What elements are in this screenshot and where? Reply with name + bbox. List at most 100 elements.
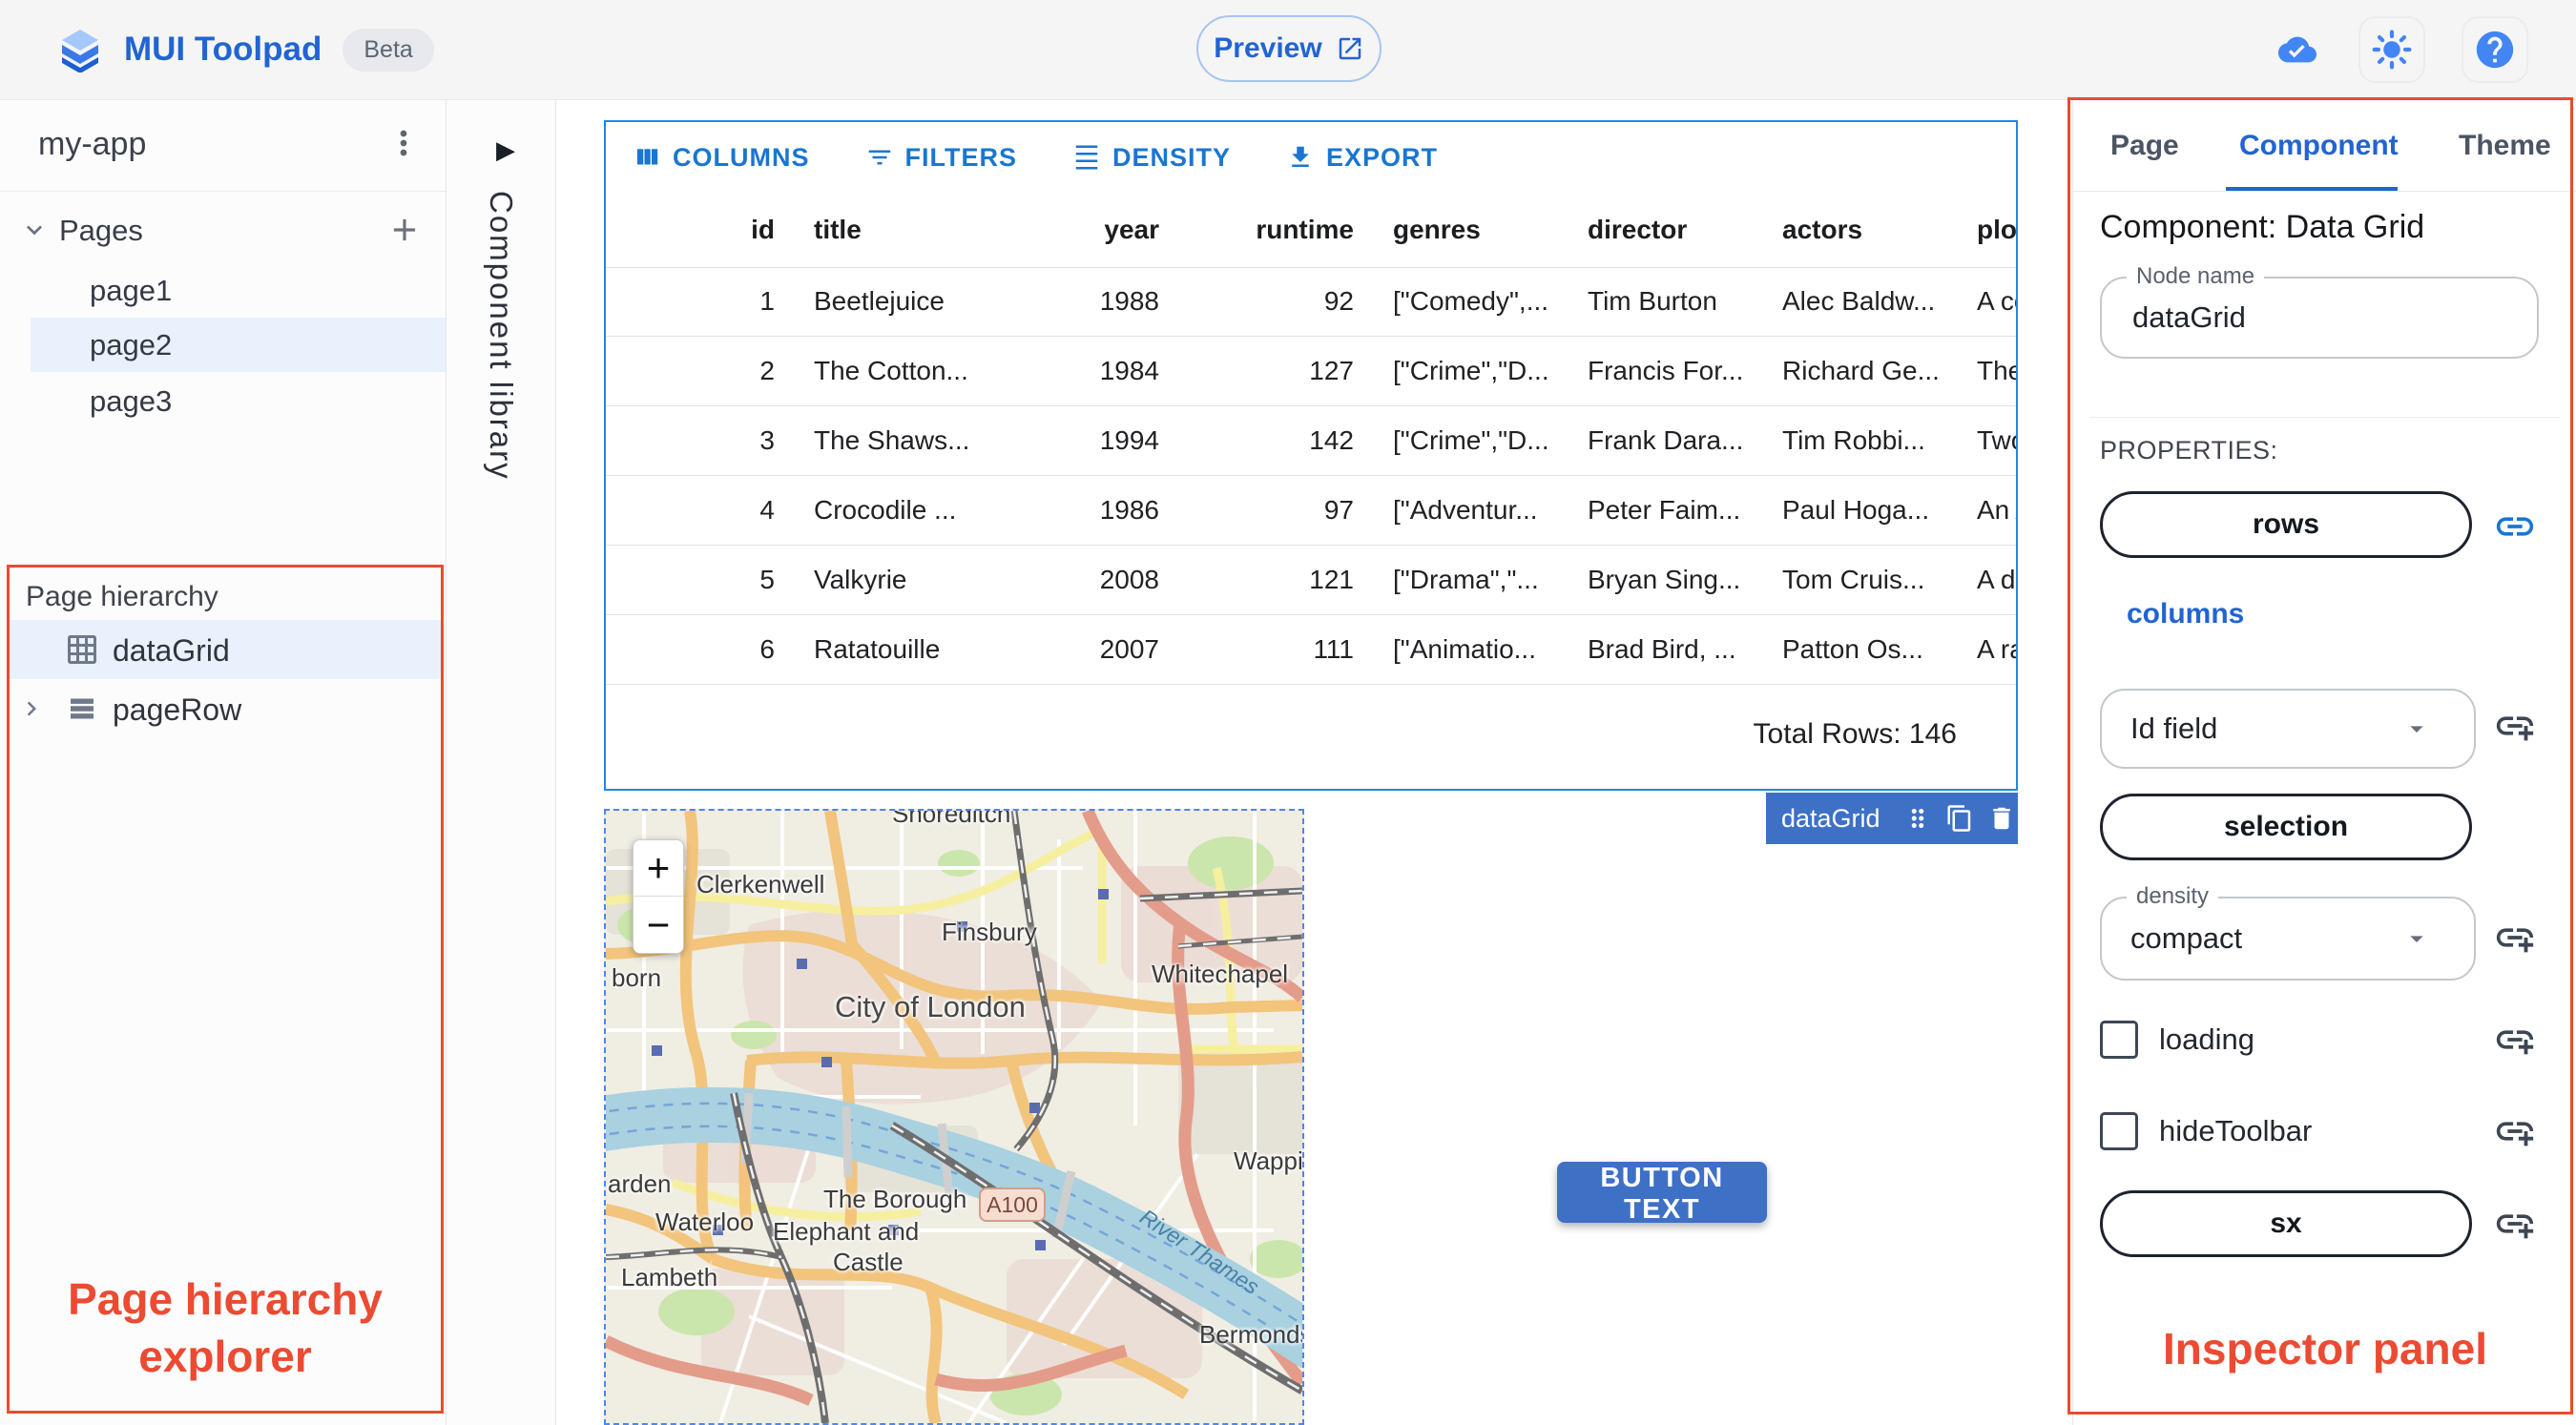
link-icon bbox=[2496, 517, 2534, 536]
selection-property-button[interactable]: selection bbox=[2100, 794, 2472, 860]
zoom-in-button[interactable]: + bbox=[634, 840, 683, 897]
brightness-icon bbox=[2372, 30, 2412, 70]
grid-icon bbox=[68, 635, 96, 664]
density-select[interactable]: density compact bbox=[2100, 883, 2476, 981]
cell-genres: ["Adventur... bbox=[1393, 495, 1538, 525]
density-bind-button[interactable] bbox=[2493, 916, 2537, 960]
duplicate-button[interactable] bbox=[1945, 804, 1974, 833]
column-header-id[interactable]: id bbox=[606, 215, 799, 245]
hidetoolbar-bind-button[interactable] bbox=[2493, 1109, 2537, 1153]
map-component[interactable]: A100 River Thames Shoreditch Clerkenwell F… bbox=[604, 809, 1304, 1425]
map-place-label: arden bbox=[608, 1169, 672, 1198]
add-page-button[interactable] bbox=[386, 212, 423, 248]
sidebar-item-page3[interactable]: page3 bbox=[31, 374, 446, 428]
hidetoolbar-checkbox[interactable] bbox=[2100, 1112, 2138, 1150]
chevron-right-icon[interactable] bbox=[17, 694, 46, 723]
page-hierarchy-title: Page hierarchy bbox=[26, 581, 218, 612]
rows-bound-link-button[interactable] bbox=[2493, 505, 2537, 548]
theme-toggle-button[interactable] bbox=[2358, 16, 2425, 83]
inspector-tabs: Page Component Theme bbox=[2073, 100, 2576, 192]
id-field-bind-button[interactable] bbox=[2493, 704, 2537, 748]
cell-actors: Tom Cruis... bbox=[1782, 565, 1925, 594]
export-button[interactable]: EXPORT bbox=[1280, 142, 1444, 174]
zoom-out-button[interactable]: − bbox=[634, 897, 683, 953]
id-field-select[interactable]: Id field bbox=[2100, 689, 2476, 769]
table-row[interactable]: 1 Beetlejuice 1988 92 ["Comedy",... Tim Burto… bbox=[606, 267, 2016, 337]
loading-bind-button[interactable] bbox=[2493, 1018, 2537, 1062]
sx-bind-button[interactable] bbox=[2493, 1202, 2537, 1246]
column-header-runtime[interactable]: runtime bbox=[1183, 215, 1378, 245]
page-item-label: page2 bbox=[90, 327, 173, 361]
map-place-label: Waterloo bbox=[655, 1208, 755, 1236]
density-icon bbox=[1075, 145, 1098, 170]
tab-page[interactable]: Page bbox=[2105, 100, 2185, 191]
column-header-plot[interactable]: plot bbox=[1962, 215, 2016, 245]
column-header-title[interactable]: title bbox=[799, 215, 988, 245]
divider bbox=[2090, 417, 2560, 418]
columns-property-link[interactable]: columns bbox=[2127, 598, 2244, 630]
total-rows-label: Total Rows: 146 bbox=[1753, 717, 1957, 750]
cell-id: 1 bbox=[759, 286, 775, 316]
table-row[interactable]: 2 The Cotton... 1984 127 ["Crime","D... Franc… bbox=[606, 337, 2016, 406]
preview-button[interactable]: Preview bbox=[1196, 15, 1381, 82]
page-item-label: page1 bbox=[90, 273, 173, 307]
dropdown-caret-icon[interactable] bbox=[2401, 923, 2432, 954]
table-row[interactable]: 5 Valkyrie 2008 121 ["Drama","... Bryan Sing.… bbox=[606, 546, 2016, 615]
table-header-row: id title year runtime genres director actors pl… bbox=[606, 193, 2016, 268]
copy-icon bbox=[1947, 805, 1970, 832]
hierarchy-item-pagerow[interactable]: pageRow bbox=[10, 679, 441, 738]
node-name-field[interactable]: Node name bbox=[2100, 263, 2539, 359]
column-header-actors[interactable]: actors bbox=[1767, 215, 1962, 245]
cell-genres: ["Crime","D... bbox=[1393, 356, 1549, 385]
button-component[interactable]: BUTTON TEXT bbox=[1557, 1162, 1767, 1225]
cell-runtime: 97 bbox=[1323, 495, 1354, 525]
cell-actors: Patton Os... bbox=[1782, 634, 1923, 664]
sidebar-item-page1[interactable]: page1 bbox=[31, 263, 446, 318]
table-row[interactable]: 6 Ratatouille 2007 111 ["Animatio... Brad Bir… bbox=[606, 615, 2016, 685]
sx-property-button[interactable]: sx bbox=[2100, 1190, 2472, 1257]
loading-property-row: loading bbox=[2100, 1019, 2254, 1061]
table-row[interactable]: 4 Crocodile ... 1986 97 ["Adventur... Peter F… bbox=[606, 476, 2016, 546]
pages-collapse-button[interactable] bbox=[19, 215, 50, 245]
dropdown-caret-icon[interactable] bbox=[2401, 713, 2432, 744]
help-button[interactable] bbox=[2462, 16, 2528, 83]
map-place-label: The Borough bbox=[823, 1185, 967, 1213]
cell-runtime: 127 bbox=[1309, 356, 1354, 385]
tab-theme[interactable]: Theme bbox=[2453, 100, 2557, 191]
cell-title: Crocodile ... bbox=[814, 495, 957, 525]
columns-button[interactable]: COLUMNS bbox=[627, 142, 816, 174]
cell-plot: Two bbox=[1977, 425, 2016, 455]
table-row[interactable]: 3 The Shaws... 1994 142 ["Crime","D... Frank … bbox=[606, 406, 2016, 476]
app-menu-button[interactable] bbox=[379, 123, 428, 163]
hidetoolbar-property-row: hideToolbar bbox=[2100, 1110, 2312, 1152]
app-title: MUI Toolpad bbox=[124, 31, 322, 68]
datagrid-toolbar: COLUMNS FILTERS DENSITY EXPORT bbox=[606, 122, 2016, 193]
drag-handle[interactable] bbox=[1903, 804, 1932, 833]
columns-button-label: COLUMNS bbox=[673, 142, 810, 172]
map-place-label: Finsbury bbox=[942, 918, 1037, 946]
expand-library-button[interactable]: ▶ bbox=[490, 134, 521, 166]
map-place-label: Bermondse bbox=[1199, 1320, 1302, 1349]
cell-plot: A co bbox=[1977, 286, 2016, 316]
hierarchy-item-datagrid[interactable]: dataGrid bbox=[10, 620, 441, 679]
delete-button[interactable] bbox=[1987, 804, 2016, 833]
properties-label: PROPERTIES: bbox=[2100, 436, 2278, 465]
datagrid-component[interactable]: COLUMNS FILTERS DENSITY EXPORT id title ye… bbox=[604, 120, 2018, 791]
loading-checkbox[interactable] bbox=[2100, 1021, 2138, 1059]
cell-id: 5 bbox=[759, 565, 775, 594]
filters-button[interactable]: FILTERS bbox=[860, 142, 1024, 174]
tab-component[interactable]: Component bbox=[2233, 100, 2404, 191]
rows-property-button[interactable]: rows bbox=[2100, 491, 2472, 558]
loading-label: loading bbox=[2159, 1022, 2254, 1056]
column-header-genres[interactable]: genres bbox=[1378, 215, 1572, 245]
add-link-icon bbox=[2496, 1030, 2534, 1055]
sidebar-item-page2[interactable]: page2 bbox=[31, 318, 446, 372]
map-place-label: Lambeth bbox=[621, 1263, 718, 1291]
map-zoom-control: + − bbox=[633, 839, 684, 954]
cell-runtime: 121 bbox=[1309, 565, 1354, 594]
toolpad-editor: MUI Toolpad Beta Preview my-app Pages pa… bbox=[0, 0, 2576, 1425]
column-header-year[interactable]: year bbox=[988, 215, 1183, 245]
column-header-director[interactable]: director bbox=[1572, 215, 1767, 245]
node-name-input[interactable] bbox=[2130, 299, 2420, 336]
density-button[interactable]: DENSITY bbox=[1067, 142, 1236, 174]
